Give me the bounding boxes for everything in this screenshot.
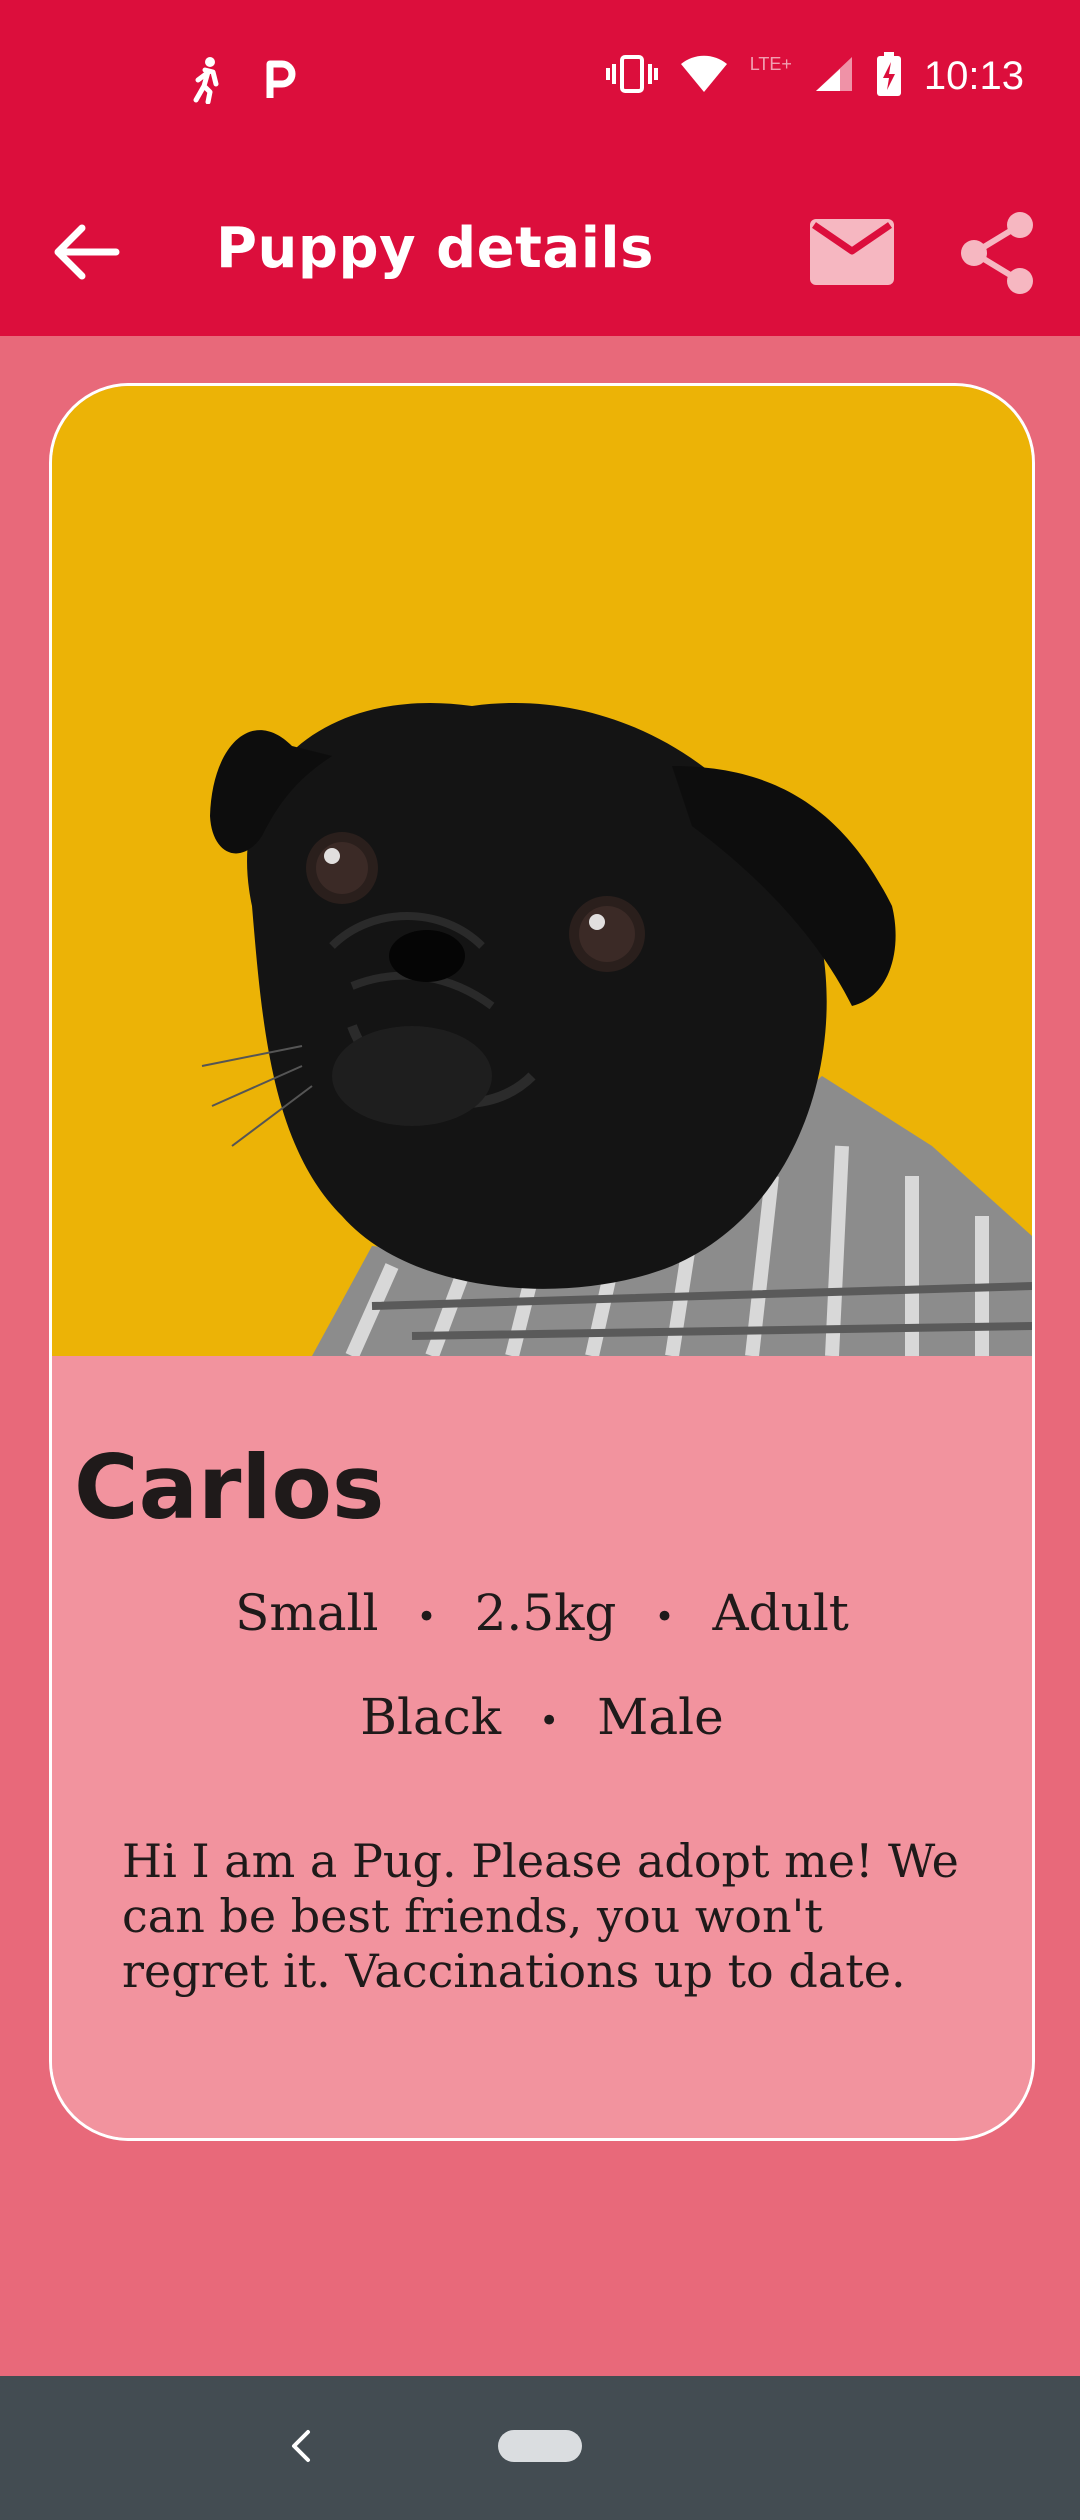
mail-icon	[810, 219, 894, 285]
puppy-weight: 2.5kg	[474, 1584, 617, 1642]
puppy-photo	[52, 386, 1032, 1356]
separator: •	[654, 1597, 675, 1637]
puppy-description: Hi I am a Pug. Please adopt me! We can b…	[122, 1834, 959, 1998]
status-bar: LTE+ 10:13	[0, 0, 1080, 168]
clock: 10:13	[923, 54, 1024, 98]
wifi-icon	[680, 55, 728, 98]
puppy-card: Carlos Small • 2.5kg • Adult Black • Male Hi I…	[49, 383, 1035, 2141]
puppy-age: Adult	[712, 1584, 849, 1642]
separator: •	[416, 1597, 437, 1637]
walking-icon	[190, 56, 224, 109]
separator: •	[539, 1701, 560, 1741]
puppy-sex: Male	[597, 1688, 724, 1746]
home-pill[interactable]	[498, 2430, 582, 2462]
app-bar: Puppy details	[0, 168, 1080, 336]
signal-icon	[814, 55, 854, 98]
back-button[interactable]	[40, 212, 130, 292]
parking-icon	[264, 60, 296, 105]
network-type-label: LTE+	[749, 54, 792, 74]
puppy-name: Carlos	[74, 1436, 385, 1539]
page-title: Puppy details	[216, 216, 654, 281]
email-button[interactable]	[808, 216, 896, 288]
back-arrow-icon	[54, 224, 120, 280]
puppy-attributes-row-2: Black • Male	[52, 1688, 1032, 1746]
share-icon	[961, 212, 1033, 294]
puppy-info: Carlos Small • 2.5kg • Adult Black • Male Hi I…	[52, 1356, 1032, 2138]
puppy-attributes-row-1: Small • 2.5kg • Adult	[52, 1584, 1032, 1642]
nav-back-icon	[292, 2430, 310, 2462]
vibrate-icon	[605, 54, 658, 99]
status-right-icons: LTE+ 10:13	[605, 52, 1024, 101]
nav-back-button[interactable]	[280, 2416, 320, 2476]
battery-charging-icon	[876, 52, 902, 101]
status-left-icons	[190, 56, 296, 109]
share-button[interactable]	[954, 208, 1040, 298]
puppy-color: Black	[360, 1688, 502, 1746]
system-nav-bar	[0, 2376, 1080, 2520]
puppy-size: Small	[235, 1584, 379, 1642]
